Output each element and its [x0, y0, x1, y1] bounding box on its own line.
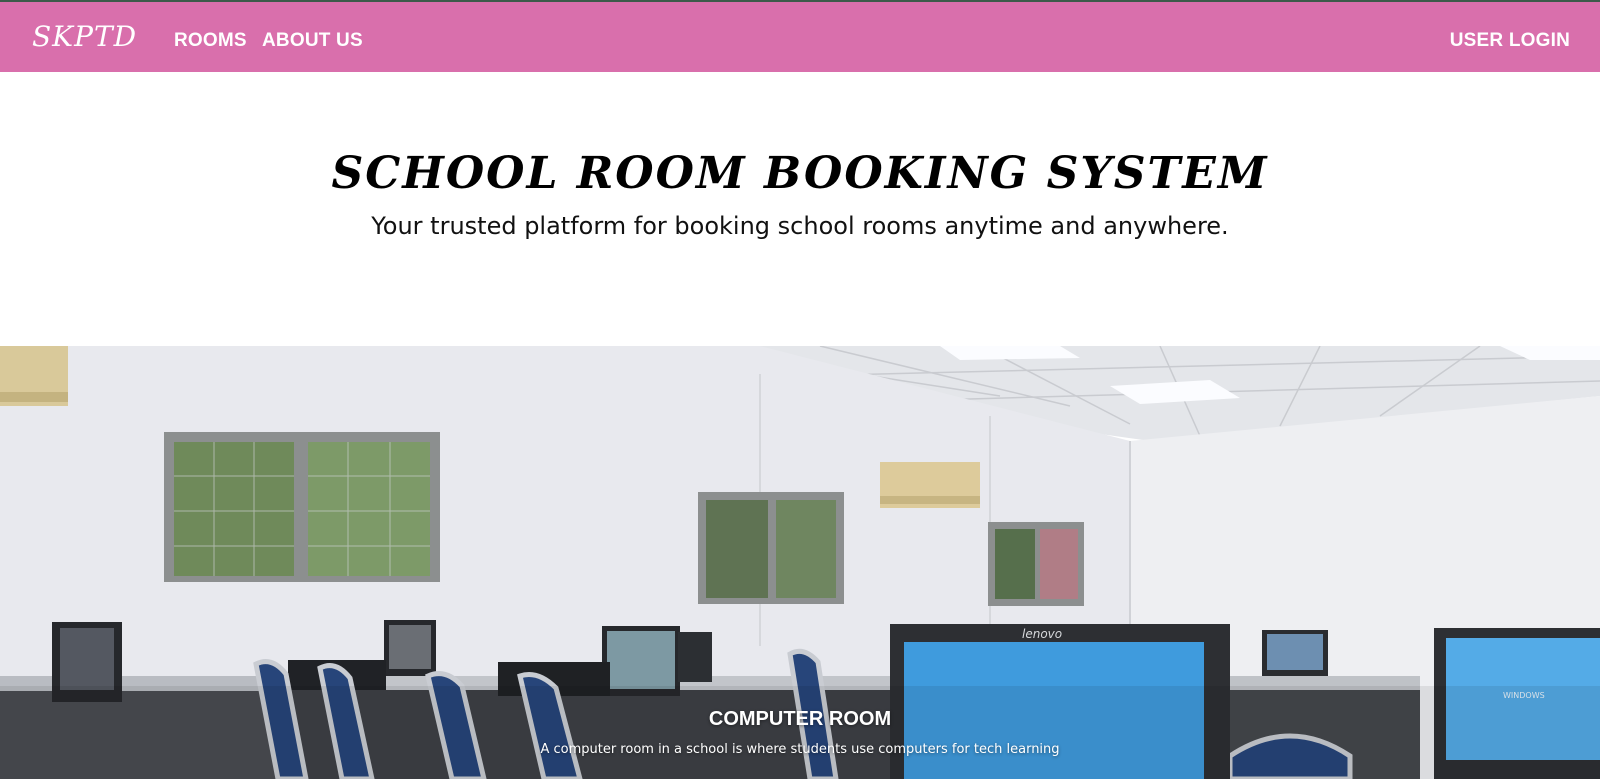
nav-link-rooms[interactable]: ROOMS — [174, 30, 247, 52]
slide-title: COMPUTER ROOM — [708, 708, 892, 730]
navbar: SKPTD ROOMS ABOUT US USER LOGIN — [0, 2, 1600, 72]
slide-description: A computer room in a school is where stu… — [540, 742, 1060, 757]
nav-link-about-us[interactable]: ABOUT US — [262, 30, 363, 52]
page-subtitle: Your trusted platform for booking school… — [371, 212, 1229, 240]
svg-text:lenovo: lenovo — [1022, 627, 1062, 641]
brand-logo[interactable]: SKPTD — [32, 20, 137, 53]
room-carousel[interactable]: lenovo WINDOWS COMPUTER ROOM A computer … — [0, 346, 1600, 779]
user-login-link[interactable]: USER LOGIN — [1450, 30, 1570, 52]
hero-section: SCHOOL ROOM BOOKING SYSTEM Your trusted … — [0, 72, 1600, 346]
page-title: SCHOOL ROOM BOOKING SYSTEM — [331, 148, 1269, 199]
